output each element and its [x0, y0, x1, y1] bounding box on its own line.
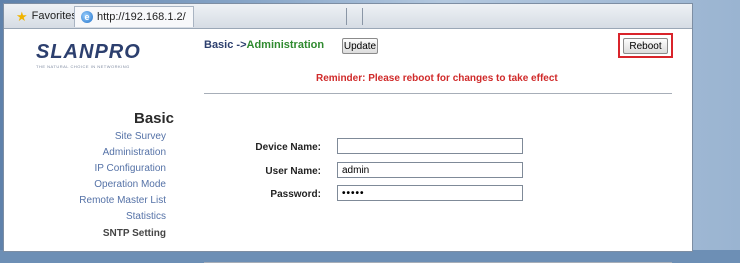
sidebar-item-operation-mode[interactable]: Operation Mode — [79, 177, 166, 193]
browser-tab-bar: ★ Favorites e http://192.168.1.2/ — [4, 4, 692, 29]
browser-window: ★ Favorites e http://192.168.1.2/ SLANPR… — [3, 3, 693, 263]
user-name-field[interactable]: admin — [337, 162, 523, 178]
user-name-label: User Name: — [265, 166, 321, 177]
sidebar-item-remote-master-list[interactable]: Remote Master List — [79, 193, 166, 209]
browser-page-icon: e — [81, 11, 93, 23]
router-admin-page: SLANPRO THE NATURAL CHOICE IN NETWORKING… — [4, 29, 692, 263]
toolbar-separator — [362, 8, 363, 25]
reboot-button[interactable]: Reboot — [623, 38, 668, 54]
browser-tab[interactable]: e http://192.168.1.2/ — [74, 6, 194, 27]
sidebar-item-site-survey[interactable]: Site Survey — [79, 129, 166, 145]
device-name-field[interactable] — [337, 138, 523, 154]
sidebar-nav: Site Survey Administration IP Configurat… — [79, 129, 166, 242]
favorites-star-icon: ★ — [16, 8, 28, 24]
password-field[interactable]: ••••• — [337, 185, 523, 201]
toolbar-separator — [346, 8, 347, 25]
slanpro-logo: SLANPRO — [36, 41, 141, 63]
logo-tagline: THE NATURAL CHOICE IN NETWORKING — [36, 64, 130, 69]
password-label: Password: — [270, 189, 321, 200]
update-button[interactable]: Update — [342, 38, 378, 54]
nav-section-title: Basic — [134, 110, 175, 127]
reboot-reminder: Reminder: Please reboot for changes to t… — [316, 73, 558, 84]
sidebar-item-ip-configuration[interactable]: IP Configuration — [79, 161, 166, 177]
browser-tab-url: http://192.168.1.2/ — [97, 11, 186, 23]
sidebar-item-statistics[interactable]: Statistics — [79, 209, 166, 225]
favorites-button[interactable]: ★ Favorites — [10, 7, 83, 25]
favorites-label: Favorites — [31, 10, 77, 22]
sidebar-item-sntp-setting[interactable]: SNTP Setting — [79, 226, 166, 242]
breadcrumb: Basic ->Administration — [204, 39, 324, 51]
breadcrumb-page: Administration — [246, 39, 325, 51]
device-name-label: Device Name: — [255, 142, 321, 153]
sidebar-item-administration[interactable]: Administration — [79, 145, 166, 161]
breadcrumb-section: Basic -> — [204, 39, 247, 51]
divider — [204, 93, 672, 94]
